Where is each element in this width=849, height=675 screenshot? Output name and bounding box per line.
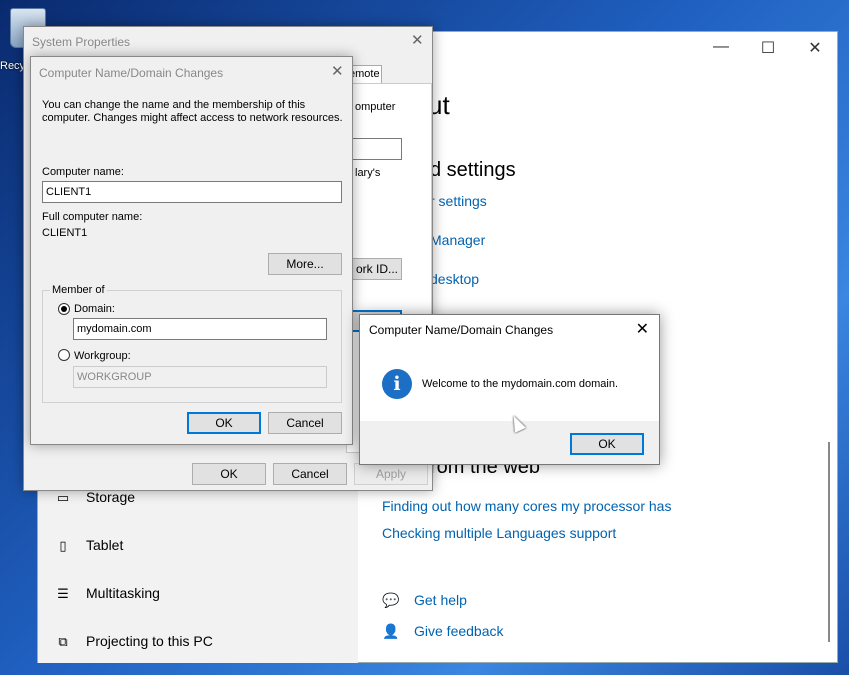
more-button[interactable]: More...	[268, 253, 342, 275]
scrollbar[interactable]	[828, 442, 830, 642]
close-icon[interactable]: ✕	[411, 31, 424, 49]
description-partial: omputer	[355, 101, 396, 113]
full-name-value: CLIENT1	[42, 227, 88, 239]
welcome-message: Welcome to the mydomain.com domain.	[422, 378, 619, 390]
projecting-icon: ⧉	[58, 634, 68, 649]
welcome-message-box: Computer Name/Domain Changes ✕ i Welcome…	[359, 314, 660, 465]
close-button[interactable]: ✕	[795, 38, 835, 58]
workgroup-radio[interactable]	[58, 349, 70, 361]
apply-button[interactable]: Apply	[354, 463, 428, 485]
dialog-title: Computer Name/Domain Changes	[39, 66, 224, 80]
web-link-cores[interactable]: Finding out how many cores my processor …	[382, 498, 671, 514]
message-box-footer: OK	[360, 421, 659, 464]
workgroup-input[interactable]: WORKGROUP	[73, 366, 327, 388]
related-link-2[interactable]: Manager	[430, 232, 485, 248]
multitasking-icon: ☰	[57, 586, 69, 601]
related-link-1[interactable]: r settings	[430, 193, 487, 209]
tablet-icon: ▯	[59, 538, 67, 553]
workgroup-label: Workgroup:	[74, 350, 131, 362]
cancel-button[interactable]: Cancel	[273, 463, 347, 485]
storage-icon: ▭	[56, 490, 70, 505]
close-icon[interactable]: ✕	[636, 319, 649, 339]
nav-item-tablet[interactable]: ▯ Tablet	[54, 537, 123, 554]
ok-button[interactable]: OK	[192, 463, 266, 485]
nav-item-projecting[interactable]: ⧉ Projecting to this PC	[54, 633, 213, 650]
feedback-icon: 👤	[382, 623, 400, 639]
nav-item-storage[interactable]: ▭ Storage	[54, 489, 135, 506]
description-line-1: You can change the name and the membersh…	[42, 99, 306, 111]
ok-button[interactable]: OK	[570, 433, 644, 455]
cancel-button[interactable]: Cancel	[268, 412, 342, 434]
member-of-label: Member of	[50, 284, 107, 297]
description-field[interactable]	[346, 138, 402, 160]
close-icon[interactable]: ✕	[331, 62, 344, 80]
maximize-button[interactable]: ☐	[748, 38, 788, 58]
computer-name-input[interactable]: CLIENT1	[42, 181, 342, 203]
network-id-button[interactable]: ork ID...	[346, 258, 402, 280]
computer-name-label: Computer name:	[42, 166, 124, 178]
minimize-button[interactable]: —	[701, 38, 741, 56]
description-line-2: computer. Changes might affect access to…	[42, 112, 343, 124]
ok-button[interactable]: OK	[187, 412, 261, 434]
computer-name-dialog: Computer Name/Domain Changes ✕ You can c…	[30, 56, 353, 445]
web-link-languages[interactable]: Checking multiple Languages support	[382, 525, 616, 541]
domain-input[interactable]: mydomain.com	[73, 318, 327, 340]
message-box-title: Computer Name/Domain Changes	[369, 323, 554, 337]
nav-item-multitasking[interactable]: ☰ Multitasking	[54, 585, 160, 602]
help-chat-icon: 💬	[382, 592, 400, 608]
related-settings-heading: d settings	[430, 159, 516, 181]
get-help-link[interactable]: 💬 Get help	[382, 592, 467, 609]
recycle-bin-label: Recy	[0, 60, 26, 72]
give-feedback-link[interactable]: 👤 Give feedback	[382, 623, 504, 640]
dialog-title: System Properties	[32, 35, 131, 49]
text-partial: lary's	[355, 167, 381, 179]
full-name-label: Full computer name:	[42, 211, 143, 223]
domain-label: Domain:	[74, 303, 115, 315]
info-icon: i	[382, 369, 412, 399]
related-link-3[interactable]: desktop	[430, 271, 479, 287]
domain-radio[interactable]	[58, 303, 70, 315]
